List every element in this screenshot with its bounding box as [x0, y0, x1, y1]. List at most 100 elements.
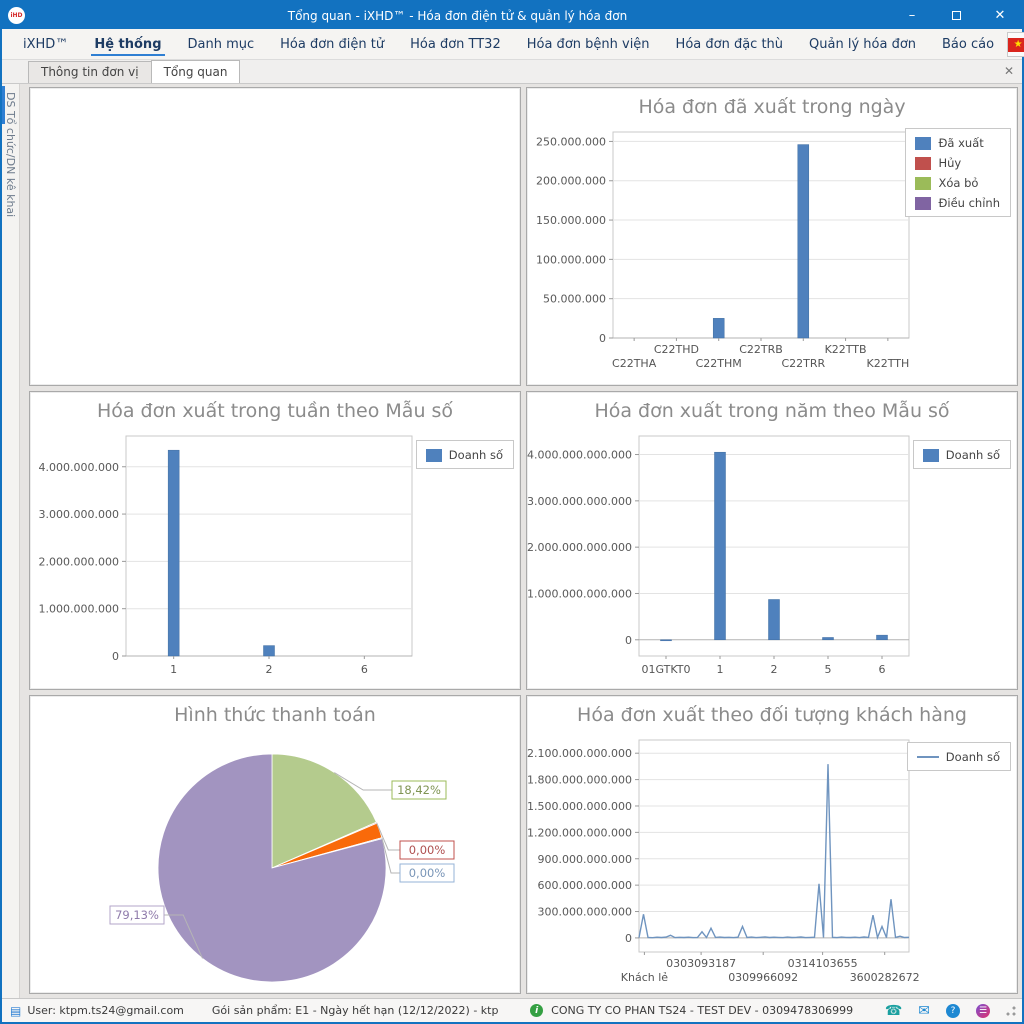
tab-tong-quan[interactable]: Tổng quan: [151, 60, 241, 83]
legend-swatch: [915, 157, 931, 170]
chart-title-week: Hóa đơn xuất trong tuần theo Mẫu số: [30, 392, 520, 430]
year-chart-legend: Doanh số: [913, 440, 1011, 469]
svg-text:K22TTH: K22TTH: [866, 357, 909, 370]
svg-text:3600282672: 3600282672: [850, 971, 920, 984]
svg-text:50.000.000: 50.000.000: [543, 293, 606, 306]
svg-text:C22TRR: C22TRR: [781, 357, 825, 370]
customer-chart-legend: Doanh số: [907, 742, 1011, 771]
chart-title-customer: Hóa đơn xuất theo đối tượng khách hàng: [527, 696, 1017, 734]
legend-swatch: [426, 449, 442, 462]
window-title: Tổng quan - iXHD™ - Hóa đơn điện tử & qu…: [25, 9, 890, 23]
app-logo-icon: iHD: [8, 7, 25, 24]
title-bar: iHD Tổng quan - iXHD™ - Hóa đơn điện tử …: [2, 2, 1022, 29]
svg-text:6: 6: [879, 663, 886, 676]
svg-text:1.500.000.000.000: 1.500.000.000.000: [527, 800, 632, 813]
svg-text:0: 0: [112, 650, 119, 663]
panel-daily-invoices: Hóa đơn đã xuất trong ngày 050.000.00010…: [526, 87, 1018, 386]
legend-item: Điều chỉnh: [915, 196, 1000, 210]
status-company: CONG TY CO PHAN TS24 - TEST DEV - 030947…: [551, 1004, 853, 1017]
svg-text:01GTKT0: 01GTKT0: [642, 663, 691, 676]
menu-item-3[interactable]: Hóa đơn điện tử: [267, 29, 397, 59]
legend-item: Doanh số: [917, 750, 1000, 764]
mail-icon[interactable]: ✉: [918, 1003, 930, 1019]
svg-text:1.800.000.000.000: 1.800.000.000.000: [527, 774, 632, 787]
svg-text:1.200.000.000.000: 1.200.000.000.000: [527, 826, 632, 839]
svg-text:2.100.000.000.000: 2.100.000.000.000: [527, 747, 632, 760]
svg-text:1.000.000.000: 1.000.000.000: [39, 603, 119, 616]
legend-swatch: [915, 137, 931, 150]
user-file-icon: ▤: [10, 1004, 21, 1018]
side-tab-label: DS Tổ chức/DN kê khai: [4, 92, 17, 217]
help-icon[interactable]: ?: [946, 1004, 960, 1018]
svg-text:150.000.000: 150.000.000: [536, 214, 606, 227]
svg-text:2: 2: [266, 663, 273, 676]
status-user: User: ktpm.ts24@gmail.com: [27, 1004, 184, 1017]
svg-text:C22THD: C22THD: [654, 343, 699, 356]
svg-text:1.000.000.000.000: 1.000.000.000.000: [527, 587, 632, 600]
maximize-icon: [952, 11, 961, 20]
svg-text:0: 0: [625, 634, 632, 647]
svg-text:900.000.000.000: 900.000.000.000: [538, 853, 632, 866]
svg-text:0,00%: 0,00%: [409, 866, 446, 880]
menu-item-7[interactable]: Quản lý hóa đơn: [796, 29, 929, 59]
close-button[interactable]: ✕: [978, 2, 1022, 29]
svg-text:2.000.000.000.000: 2.000.000.000.000: [527, 541, 632, 554]
main-content: DS Tổ chức/DN kê khai Hóa đơn đã xuất tr…: [2, 84, 1022, 998]
legend-item: Doanh số: [426, 448, 503, 462]
menu-item-4[interactable]: Hóa đơn TT32: [397, 29, 514, 59]
svg-text:C22THA: C22THA: [612, 357, 657, 370]
side-vertical-tab[interactable]: DS Tổ chức/DN kê khai: [2, 84, 20, 998]
svg-text:600.000.000.000: 600.000.000.000: [538, 879, 632, 892]
chart-title-payment: Hình thức thanh toán: [30, 696, 520, 734]
menu-item-5[interactable]: Hóa đơn bệnh viện: [514, 29, 663, 59]
svg-text:2.000.000.000: 2.000.000.000: [39, 555, 119, 568]
svg-text:C22THM: C22THM: [696, 357, 742, 370]
svg-text:Khách lẻ: Khách lẻ: [621, 971, 668, 984]
language-vietnamese-button[interactable]: ★: [1007, 32, 1024, 57]
menu-item-6[interactable]: Hóa đơn đặc thù: [663, 29, 796, 59]
tab-thong-tin-don-vi[interactable]: Thông tin đơn vị: [28, 61, 152, 83]
legend-swatch: [915, 177, 931, 190]
svg-text:300.000.000.000: 300.000.000.000: [538, 906, 632, 919]
panel-payment-method: Hình thức thanh toán 18,42%0,00%0,00%79,…: [29, 695, 521, 994]
menu-item-2[interactable]: Danh mục: [175, 29, 268, 59]
minimize-button[interactable]: –: [890, 2, 934, 29]
legend-item: Xóa bỏ: [915, 176, 1000, 190]
svg-text:200.000.000: 200.000.000: [536, 175, 606, 188]
svg-text:C22TRB: C22TRB: [739, 343, 783, 356]
svg-text:3.000.000.000.000: 3.000.000.000.000: [527, 495, 632, 508]
svg-text:0314103655: 0314103655: [788, 957, 858, 970]
menu-item-0[interactable]: iXHD™: [10, 29, 81, 59]
panel-customer: Hóa đơn xuất theo đối tượng khách hàng 0…: [526, 695, 1018, 994]
svg-text:4.000.000.000: 4.000.000.000: [39, 461, 119, 474]
info-icon: i: [530, 1004, 543, 1017]
week-chart-legend: Doanh số: [416, 440, 514, 469]
status-bar: ▤ User: ktpm.ts24@gmail.com Gói sản phẩm…: [2, 998, 1022, 1022]
legend-swatch: [917, 756, 939, 758]
svg-text:18,42%: 18,42%: [397, 783, 441, 797]
menu-item-8[interactable]: Báo cáo: [929, 29, 1007, 59]
svg-text:0309966092: 0309966092: [728, 971, 798, 984]
panel-week-by-form: Hóa đơn xuất trong tuần theo Mẫu số 0 1.0…: [29, 391, 521, 690]
svg-text:0,00%: 0,00%: [409, 843, 446, 857]
dashboard-grid: Hóa đơn đã xuất trong ngày 050.000.00010…: [20, 84, 1022, 998]
svg-text:6: 6: [361, 663, 368, 676]
svg-text:K22TTB: K22TTB: [825, 343, 867, 356]
chat-icon[interactable]: ☰: [976, 1004, 990, 1018]
side-tab-accent: [2, 86, 5, 124]
document-tab-bar: Thông tin đơn vị Tổng quan ✕: [2, 60, 1022, 84]
status-package: Gói sản phẩm: E1 - Ngày hết hạn (12/12/2…: [212, 1004, 499, 1017]
svg-text:1: 1: [717, 663, 724, 676]
maximize-button[interactable]: [934, 2, 978, 29]
chart-title-daily: Hóa đơn đã xuất trong ngày: [527, 88, 1017, 126]
svg-text:100.000.000: 100.000.000: [536, 253, 606, 266]
resize-grip[interactable]: [1006, 1006, 1016, 1016]
tab-close-icon[interactable]: ✕: [1004, 64, 1014, 78]
svg-text:5: 5: [825, 663, 832, 676]
menu-item-1[interactable]: Hệ thống: [81, 29, 174, 59]
phone-icon[interactable]: ☎: [885, 1003, 902, 1019]
legend-swatch: [923, 449, 939, 462]
payment-method-pie-chart: 18,42%0,00%0,00%79,13%: [30, 734, 516, 994]
svg-text:4.000.000.000.000: 4.000.000.000.000: [527, 449, 632, 462]
customer-line-chart: 0300.000.000.000600.000.000.000900.000.0…: [527, 734, 1017, 992]
